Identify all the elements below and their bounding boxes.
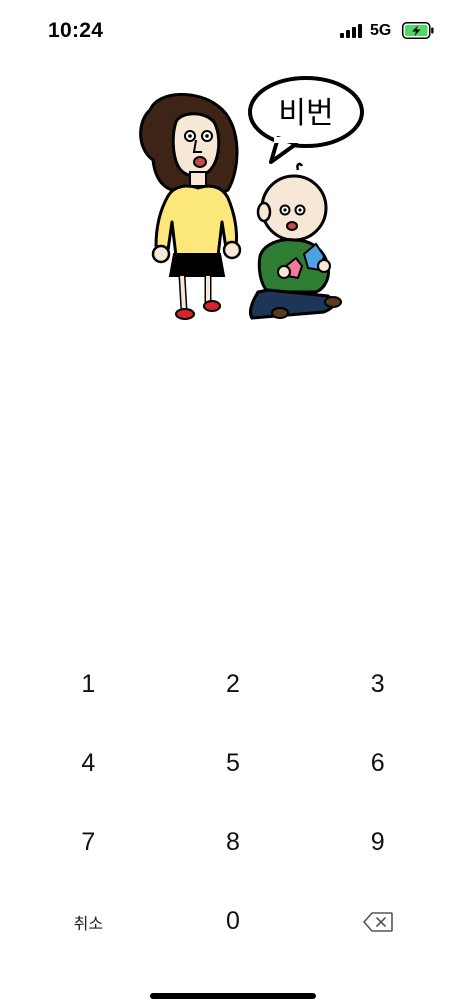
key-6[interactable]: 6	[305, 724, 450, 803]
network-type-label: 5G	[370, 22, 392, 39]
child-figure	[248, 162, 342, 320]
speech-bubble-text: 비번	[278, 96, 333, 131]
speech-bubble: 비번	[248, 76, 364, 164]
key-7[interactable]: 7	[16, 803, 161, 882]
key-2[interactable]: 2	[161, 645, 306, 724]
woman-figure	[139, 93, 242, 320]
key-9[interactable]: 9	[305, 803, 450, 882]
home-indicator[interactable]	[150, 993, 316, 999]
key-3[interactable]: 3	[305, 645, 450, 724]
delete-button[interactable]	[305, 882, 450, 961]
key-8[interactable]: 8	[161, 803, 306, 882]
key-4[interactable]: 4	[16, 724, 161, 803]
cancel-button[interactable]: 취소	[16, 882, 161, 961]
battery-charging-icon	[402, 22, 434, 39]
cellular-signal-icon	[340, 24, 362, 38]
key-0[interactable]: 0	[161, 882, 306, 961]
status-time: 10:24	[48, 19, 104, 42]
passcode-keypad: 1 2 3 4 5 6 7 8 9 취소 0	[16, 645, 450, 961]
status-bar: 10:24 5G	[0, 0, 466, 60]
key-5[interactable]: 5	[161, 724, 306, 803]
key-1[interactable]: 1	[16, 645, 161, 724]
backspace-icon	[362, 911, 393, 932]
illustration: 비번	[139, 76, 364, 320]
